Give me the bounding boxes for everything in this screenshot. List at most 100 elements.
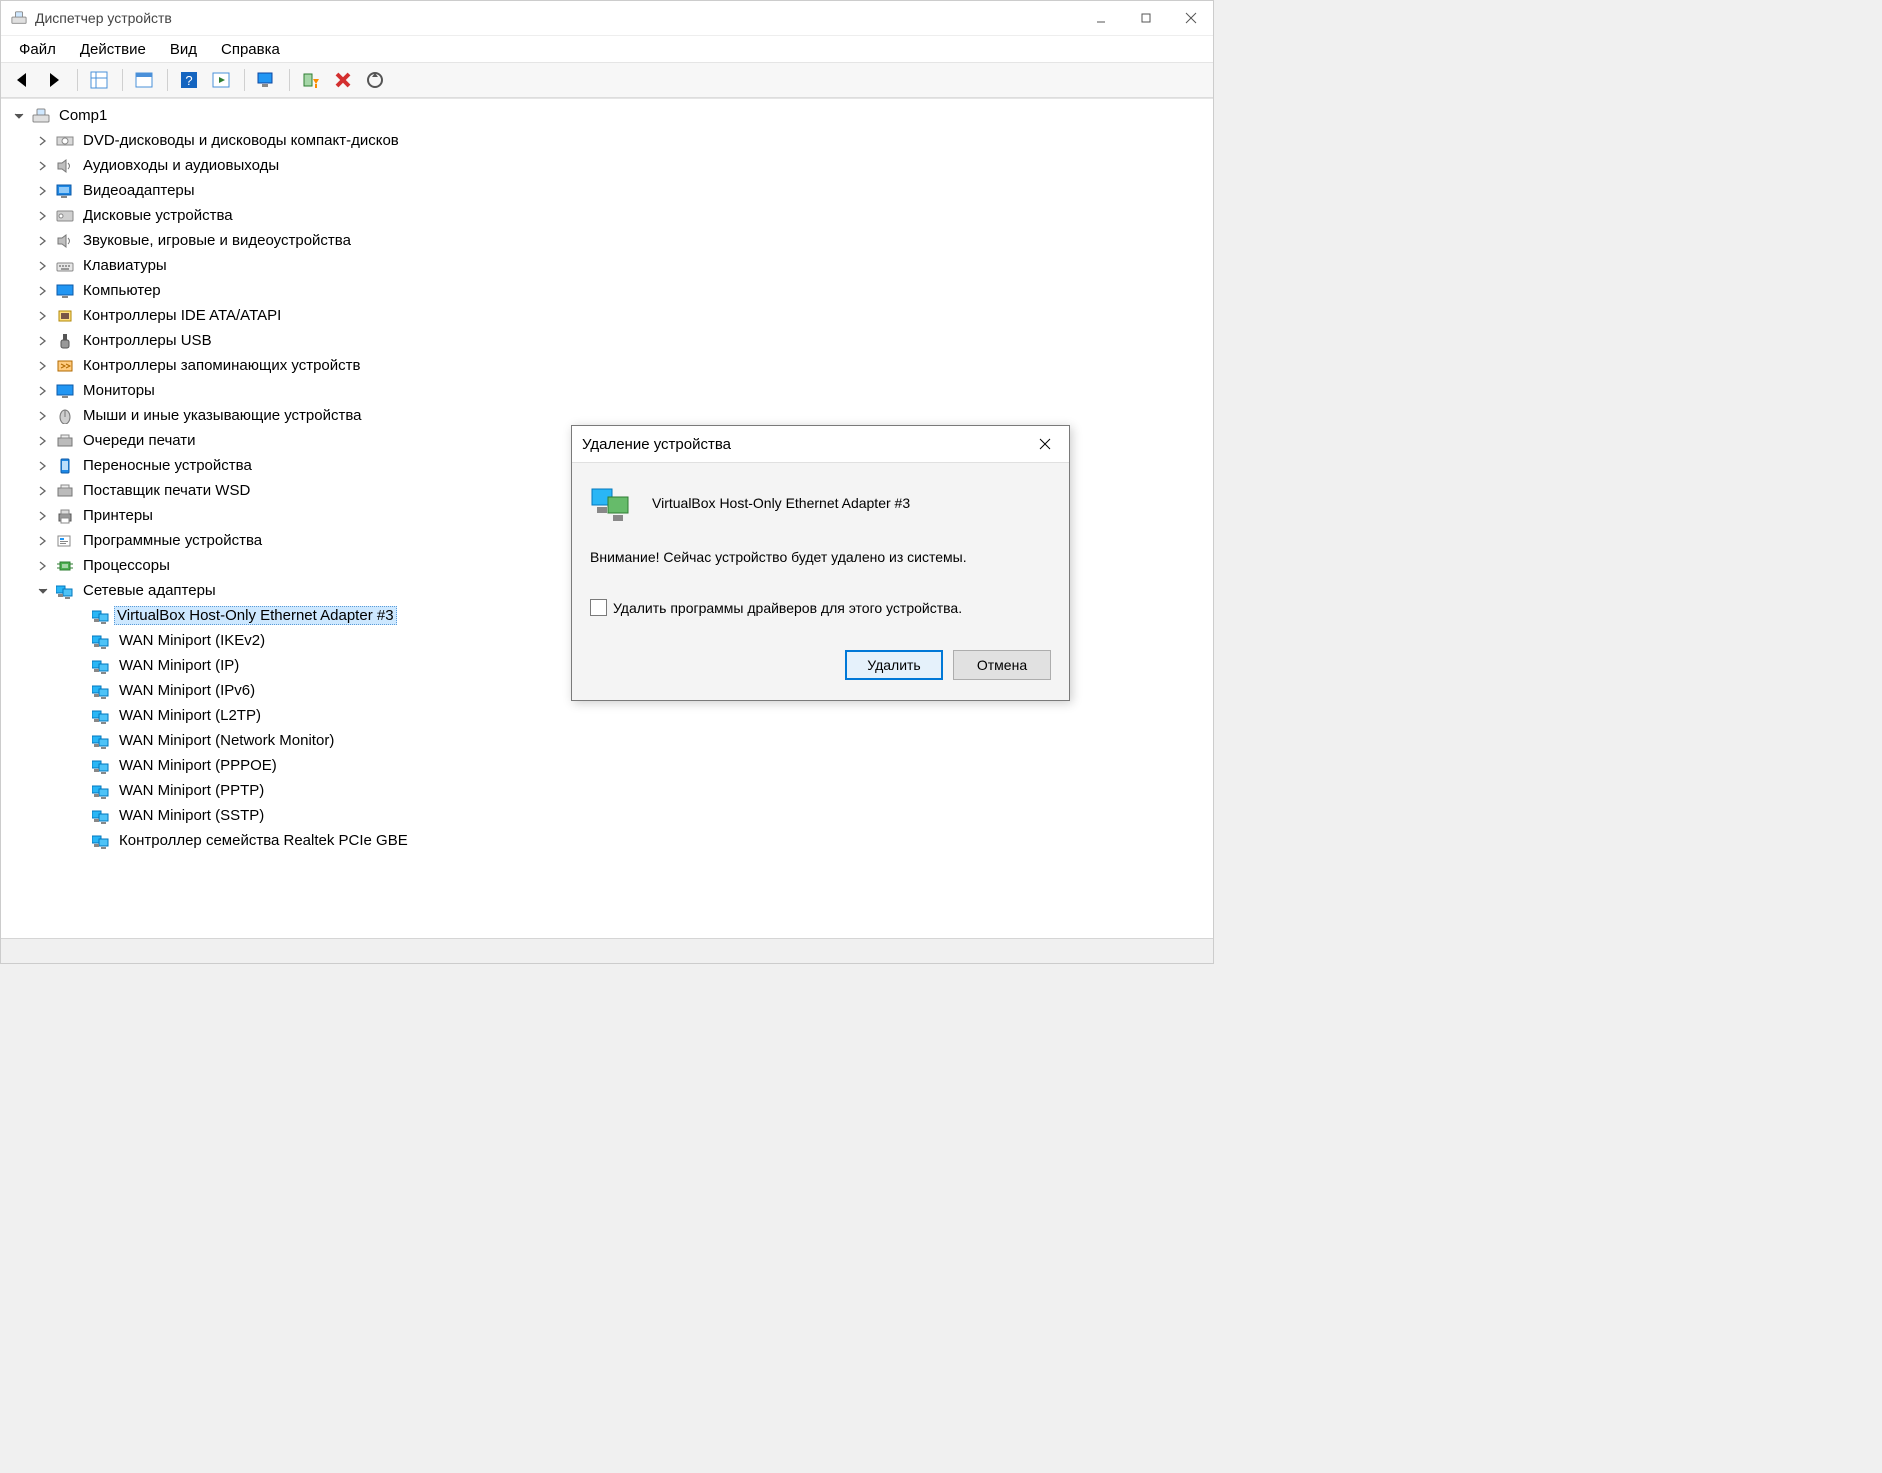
tree-item[interactable]: Видеоадаптеры bbox=[1, 178, 1213, 203]
network-icon bbox=[91, 757, 111, 775]
audio-io-icon bbox=[55, 157, 75, 175]
chevron-right-icon[interactable] bbox=[35, 383, 51, 399]
uninstall-confirm-button[interactable]: Удалить bbox=[845, 650, 943, 680]
chevron-right-icon[interactable] bbox=[35, 433, 51, 449]
chevron-right-icon[interactable] bbox=[35, 183, 51, 199]
chevron-right-icon[interactable] bbox=[35, 483, 51, 499]
tree-item[interactable]: Звуковые, игровые и видеоустройства bbox=[1, 228, 1213, 253]
tree-item[interactable]: WAN Miniport (SSTP) bbox=[1, 803, 1213, 828]
chevron-right-icon[interactable] bbox=[35, 508, 51, 524]
network-icon bbox=[91, 732, 111, 750]
tree-item-label: Процессоры bbox=[81, 557, 172, 574]
network-icon bbox=[91, 632, 111, 650]
help-button[interactable] bbox=[174, 66, 204, 94]
refresh-button[interactable] bbox=[206, 66, 236, 94]
statusbar bbox=[1, 938, 1213, 963]
back-button[interactable] bbox=[7, 66, 37, 94]
tree-spacer bbox=[71, 658, 87, 674]
tree-item[interactable]: Аудиовходы и аудиовыходы bbox=[1, 153, 1213, 178]
dialog-title: Удаление устройства bbox=[582, 436, 1031, 453]
chevron-right-icon[interactable] bbox=[35, 158, 51, 174]
chevron-right-icon[interactable] bbox=[35, 458, 51, 474]
tree-item-label: Comp1 bbox=[57, 107, 109, 124]
menu-action[interactable]: Действие bbox=[68, 39, 158, 60]
enable-device-button[interactable] bbox=[296, 66, 326, 94]
network-icon bbox=[91, 707, 111, 725]
chevron-right-icon[interactable] bbox=[35, 258, 51, 274]
dialog-device-name: VirtualBox Host-Only Ethernet Adapter #3 bbox=[652, 495, 910, 511]
menu-help[interactable]: Справка bbox=[209, 39, 292, 60]
tree-item-label: Компьютер bbox=[81, 282, 163, 299]
chevron-right-icon[interactable] bbox=[35, 208, 51, 224]
close-button[interactable] bbox=[1168, 1, 1213, 35]
tree-item-label: WAN Miniport (Network Monitor) bbox=[117, 732, 336, 749]
tree-item[interactable]: Мониторы bbox=[1, 378, 1213, 403]
tree-item[interactable]: Контроллер семейства Realtek PCIe GBE bbox=[1, 828, 1213, 853]
chevron-right-icon[interactable] bbox=[35, 533, 51, 549]
delete-driver-checkbox[interactable] bbox=[590, 599, 607, 616]
uninstall-device-button[interactable] bbox=[328, 66, 358, 94]
tree-item[interactable]: Дисковые устройства bbox=[1, 203, 1213, 228]
maximize-button[interactable] bbox=[1123, 1, 1168, 35]
network-icon bbox=[91, 607, 111, 625]
tree-item[interactable]: WAN Miniport (Network Monitor) bbox=[1, 728, 1213, 753]
tree-item[interactable]: Клавиатуры bbox=[1, 253, 1213, 278]
network-icon bbox=[91, 832, 111, 850]
properties-button[interactable] bbox=[129, 66, 159, 94]
tree-item[interactable]: Comp1 bbox=[1, 103, 1213, 128]
tree-item[interactable]: Контроллеры IDE ATA/ATAPI bbox=[1, 303, 1213, 328]
tree-item[interactable]: Контроллеры USB bbox=[1, 328, 1213, 353]
tree-item-label: Программные устройства bbox=[81, 532, 264, 549]
chevron-right-icon[interactable] bbox=[35, 233, 51, 249]
software-device-icon bbox=[55, 532, 75, 550]
cancel-button[interactable]: Отмена bbox=[953, 650, 1051, 680]
tree-item[interactable]: Контроллеры запоминающих устройств bbox=[1, 353, 1213, 378]
chevron-down-icon[interactable] bbox=[35, 583, 51, 599]
tree-item-label: Мыши и иные указывающие устройства bbox=[81, 407, 363, 424]
tree-item-label: Поставщик печати WSD bbox=[81, 482, 252, 499]
tree-item[interactable]: WAN Miniport (PPPOE) bbox=[1, 753, 1213, 778]
tree-item[interactable]: WAN Miniport (PPTP) bbox=[1, 778, 1213, 803]
app-icon bbox=[11, 10, 27, 26]
tree-spacer bbox=[71, 733, 87, 749]
tree-item-label: WAN Miniport (IP) bbox=[117, 657, 241, 674]
tree-item[interactable]: DVD-дисководы и дисководы компакт-дисков bbox=[1, 128, 1213, 153]
tree-item-label: WAN Miniport (IKEv2) bbox=[117, 632, 267, 649]
tree-item-label: Контроллеры IDE ATA/ATAPI bbox=[81, 307, 283, 324]
menu-view[interactable]: Вид bbox=[158, 39, 209, 60]
tree-item-label: Клавиатуры bbox=[81, 257, 169, 274]
tree-spacer bbox=[71, 783, 87, 799]
scan-hardware-button[interactable] bbox=[360, 66, 390, 94]
tree-spacer bbox=[71, 833, 87, 849]
tree-item[interactable]: WAN Miniport (L2TP) bbox=[1, 703, 1213, 728]
sound-icon bbox=[55, 232, 75, 250]
mouse-icon bbox=[55, 407, 75, 425]
ide-icon bbox=[55, 307, 75, 325]
tree-item-label: VirtualBox Host-Only Ethernet Adapter #3 bbox=[114, 606, 397, 625]
cpu-icon bbox=[55, 557, 75, 575]
chevron-right-icon[interactable] bbox=[35, 283, 51, 299]
chevron-right-icon[interactable] bbox=[35, 308, 51, 324]
chevron-right-icon[interactable] bbox=[35, 558, 51, 574]
tree-spacer bbox=[71, 683, 87, 699]
minimize-button[interactable] bbox=[1078, 1, 1123, 35]
forward-button[interactable] bbox=[39, 66, 69, 94]
chevron-right-icon[interactable] bbox=[35, 358, 51, 374]
show-hidden-button[interactable] bbox=[84, 66, 114, 94]
disc-drive-icon bbox=[55, 132, 75, 150]
print-provider-icon bbox=[55, 482, 75, 500]
dialog-close-button[interactable] bbox=[1031, 430, 1059, 458]
tree-item[interactable]: Компьютер bbox=[1, 278, 1213, 303]
tree-item-label: Контроллер семейства Realtek PCIe GBE bbox=[117, 832, 410, 849]
update-driver-button[interactable] bbox=[251, 66, 281, 94]
chevron-right-icon[interactable] bbox=[35, 133, 51, 149]
tree-item-label: Мониторы bbox=[81, 382, 157, 399]
tree-item-label: Очереди печати bbox=[81, 432, 198, 449]
chevron-down-icon[interactable] bbox=[11, 108, 27, 124]
tree-item-label: Контроллеры запоминающих устройств bbox=[81, 357, 362, 374]
chevron-right-icon[interactable] bbox=[35, 408, 51, 424]
tree-spacer bbox=[71, 758, 87, 774]
menu-file[interactable]: Файл bbox=[7, 39, 68, 60]
network-icon bbox=[590, 483, 634, 523]
chevron-right-icon[interactable] bbox=[35, 333, 51, 349]
